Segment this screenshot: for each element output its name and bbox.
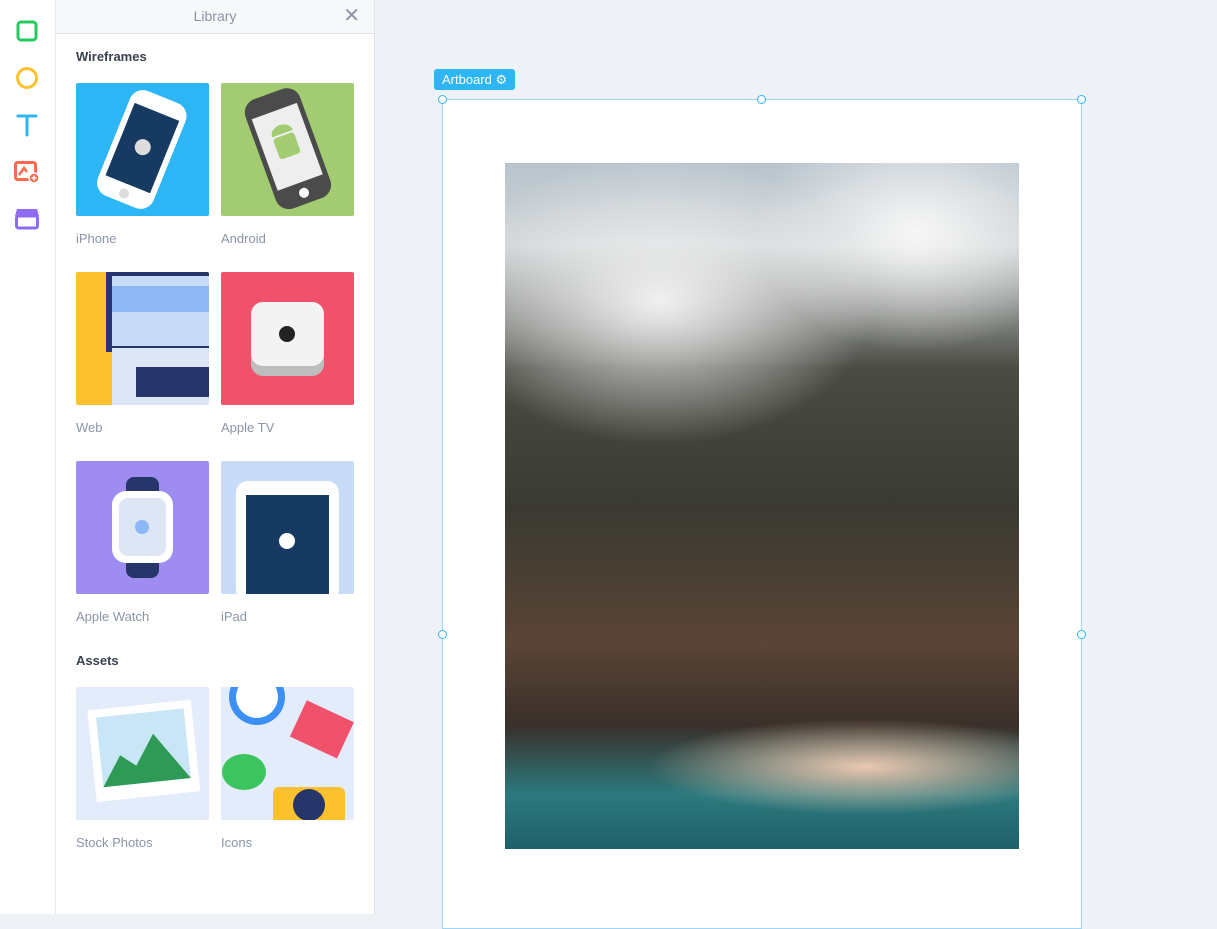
wireframe-label: iPad [221, 609, 248, 624]
image-add-icon [14, 161, 40, 184]
resize-handle-right[interactable] [1077, 630, 1086, 639]
mountain-photo[interactable] [505, 163, 1019, 849]
wireframes-heading: Wireframes [76, 49, 147, 64]
rectangle-tool[interactable] [14, 18, 40, 44]
wireframe-label: Apple Watch [76, 609, 150, 624]
resize-handle-left[interactable] [438, 630, 447, 639]
square-icon [16, 20, 38, 42]
wireframe-label: Apple TV [221, 420, 275, 435]
resize-handle-top-right[interactable] [1077, 95, 1086, 104]
text-icon [16, 114, 38, 137]
circle-icon [16, 67, 38, 89]
library-panel: Library ✕ Wireframes iPhone Android Web … [56, 0, 375, 914]
artboard-label[interactable]: Artboard ⚙ [434, 69, 516, 90]
asset-stock-photos[interactable] [76, 687, 209, 820]
close-icon[interactable]: ✕ [343, 0, 360, 33]
assets-heading: Assets [76, 653, 119, 668]
library-tool[interactable] [14, 206, 40, 232]
wireframe-label: Android [221, 231, 266, 246]
resize-handle-top[interactable] [757, 95, 766, 104]
wireframe-ipad[interactable] [221, 461, 354, 594]
wireframe-iphone[interactable] [76, 83, 209, 216]
apple-watch-illustration [112, 477, 173, 578]
apple-tv-illustration [251, 302, 324, 376]
wireframe-apple-tv[interactable] [221, 272, 354, 405]
ipad-illustration [236, 481, 339, 594]
asset-label: Icons [221, 835, 253, 850]
ellipse-tool[interactable] [14, 65, 40, 91]
image-tool[interactable] [14, 159, 40, 185]
tool-bar [0, 0, 56, 914]
library-header: Library ✕ [56, 0, 374, 34]
stock-photos-illustration [87, 699, 201, 802]
asset-label: Stock Photos [76, 835, 153, 850]
icons-illustration [222, 687, 354, 820]
asset-icons[interactable] [221, 687, 354, 820]
wireframe-label: iPhone [76, 231, 117, 246]
iphone-illustration [97, 90, 187, 209]
wireframe-web[interactable] [76, 272, 209, 405]
gear-icon[interactable]: ⚙ [496, 72, 508, 87]
wireframe-apple-watch[interactable] [76, 461, 209, 594]
web-illustration [106, 272, 209, 405]
resize-handle-top-left[interactable] [438, 95, 447, 104]
wireframe-android[interactable] [221, 83, 354, 216]
store-icon [15, 209, 39, 230]
wireframe-label: Web [76, 420, 103, 435]
android-illustration [244, 88, 332, 210]
library-title: Library [193, 8, 237, 24]
text-tool[interactable] [14, 112, 40, 138]
artboard-label-text: Artboard [442, 72, 492, 87]
